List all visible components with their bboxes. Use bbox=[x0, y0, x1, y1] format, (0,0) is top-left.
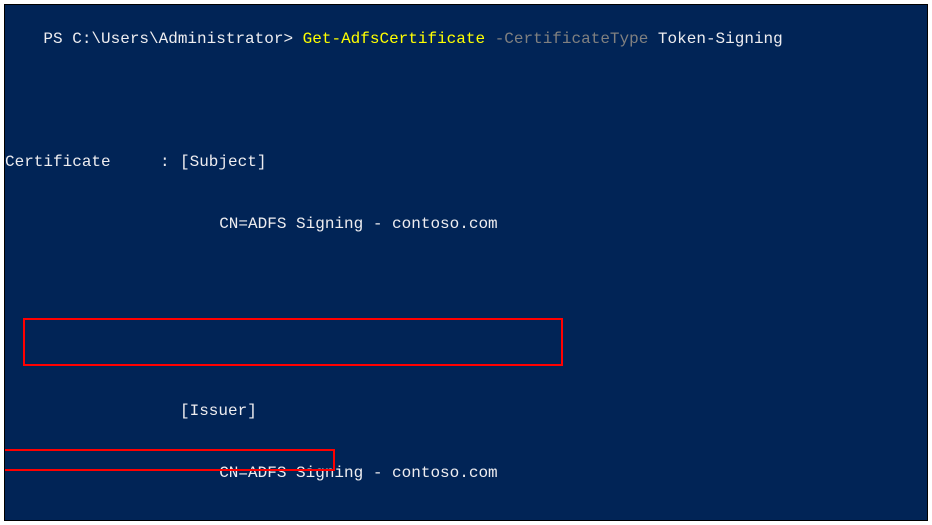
block-value: CN=ADFS Signing - contoso.com bbox=[5, 214, 927, 235]
command-output: Certificate:[Subject] CN=ADFS Signing - … bbox=[5, 110, 927, 521]
parameter-name: -CertificateType bbox=[485, 30, 648, 48]
block-label: [Subject] bbox=[180, 152, 266, 173]
cert-block: [Issuer] CN=ADFS Signing - contoso.com bbox=[5, 359, 927, 521]
block-value: CN=ADFS Signing - contoso.com bbox=[5, 463, 927, 484]
block-label: [Issuer] bbox=[5, 401, 927, 422]
field-label: Certificate bbox=[5, 152, 160, 173]
field-separator: : bbox=[160, 152, 180, 173]
command-line: PS C:\Users\Administrator> Get-AdfsCerti… bbox=[5, 8, 927, 70]
powershell-terminal[interactable]: PS C:\Users\Administrator> Get-AdfsCerti… bbox=[4, 4, 928, 521]
cmdlet-name: Get-AdfsCertificate bbox=[303, 30, 485, 48]
parameter-value: Token-Signing bbox=[648, 30, 782, 48]
prompt-prefix: PS C:\Users\Administrator> bbox=[43, 30, 302, 48]
certificate-first-row: Certificate:[Subject] bbox=[5, 152, 927, 173]
